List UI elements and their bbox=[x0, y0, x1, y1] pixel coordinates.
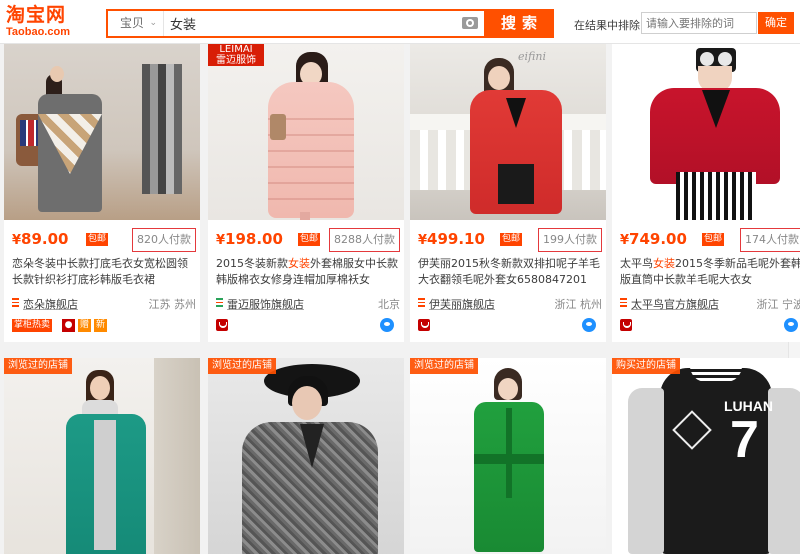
shop-link[interactable]: 雷迈服饰旗舰店 bbox=[227, 296, 304, 312]
top-bar: 淘宝网 Taobao.com 宝贝 ⌄ 搜索 在结果中排除 确定 bbox=[0, 0, 800, 44]
service-icons bbox=[620, 318, 800, 334]
free-shipping-badge: 包邮 bbox=[298, 233, 321, 246]
shop-icon bbox=[418, 298, 425, 307]
price-row: ¥749.00 包邮 174人付款 bbox=[620, 228, 800, 252]
title-text: 2015冬装新款 bbox=[216, 257, 288, 270]
wangwang-chat-icon[interactable] bbox=[582, 318, 596, 332]
product-card[interactable]: 浏览过的店铺 bbox=[208, 358, 404, 554]
product-card[interactable]: eifini ¥499.10 包邮 199人付款 伊芙丽2015秋冬新款双排扣呢… bbox=[410, 44, 606, 342]
service-icons bbox=[216, 318, 400, 334]
tmall-icon[interactable] bbox=[216, 319, 228, 331]
price-row: ¥89.00 包邮 820人付款 bbox=[12, 228, 196, 252]
new-icon[interactable]: 新 bbox=[94, 319, 107, 332]
shop-link[interactable]: 恋朵旗舰店 bbox=[23, 296, 78, 312]
browsed-shop-badge: 浏览过的店铺 bbox=[4, 358, 72, 374]
product-image[interactable] bbox=[4, 44, 200, 220]
product-title-link[interactable]: 太平鸟女装2015冬季新品毛呢外套韩版直筒中长款羊毛呢大衣女 bbox=[620, 256, 800, 288]
shop-link[interactable]: 太平鸟官方旗舰店 bbox=[631, 296, 719, 312]
title-text: 伊芙丽2015秋冬新款双排扣呢子羊毛大衣翻领毛呢外套女6580847201 bbox=[418, 257, 600, 286]
brand-logo-en: LEIMAI bbox=[219, 44, 253, 55]
shop-link[interactable]: 伊芙丽旗舰店 bbox=[429, 296, 495, 312]
shop-row: 太平鸟官方旗舰店 浙江 宁波 bbox=[620, 296, 800, 312]
product-card[interactable]: ¥89.00 包邮 820人付款 恋朵冬装中长款打底毛衣女宽松圆领长款针织衫打底… bbox=[4, 44, 200, 342]
brand-watermark: eifini bbox=[518, 50, 546, 63]
free-shipping-badge: 包邮 bbox=[702, 233, 725, 246]
product-image[interactable]: eifini bbox=[410, 44, 606, 220]
shop-icon bbox=[12, 298, 19, 307]
tmall-icon[interactable]: ● bbox=[62, 319, 75, 332]
shop-icon bbox=[620, 298, 627, 307]
wangwang-chat-icon[interactable] bbox=[784, 318, 798, 332]
gift-icon[interactable]: 赠 bbox=[78, 319, 91, 332]
location: 浙江 杭州 bbox=[554, 298, 603, 311]
product-card[interactable]: LEIMAI 雷迈服饰 ¥198.00 包邮 8288人付款 2015冬装新款女… bbox=[208, 44, 404, 342]
location: 江苏 苏州 bbox=[148, 298, 197, 311]
product-image[interactable] bbox=[4, 358, 200, 554]
product-image[interactable]: LEIMAI 雷迈服饰 bbox=[208, 44, 404, 220]
camera-icon[interactable] bbox=[462, 17, 478, 29]
search-box: 宝贝 ⌄ 搜索 bbox=[106, 9, 554, 38]
search-button[interactable]: 搜索 bbox=[484, 9, 554, 38]
sales-count: 820人付款 bbox=[132, 228, 196, 252]
brand-logo-cn: 雷迈服饰 bbox=[216, 55, 256, 66]
sales-count: 199人付款 bbox=[538, 228, 602, 252]
chevron-down-icon: ⌄ bbox=[149, 18, 157, 28]
product-image[interactable] bbox=[410, 358, 606, 554]
price: ¥499.10 bbox=[418, 230, 485, 248]
search-input[interactable] bbox=[168, 11, 468, 36]
service-icons bbox=[418, 318, 602, 334]
tmall-icon[interactable] bbox=[418, 319, 430, 331]
product-card[interactable]: 浏览过的店铺 bbox=[4, 358, 200, 554]
product-image[interactable]: LUHAN 7 bbox=[612, 358, 800, 554]
browsed-shop-badge: 浏览过的店铺 bbox=[208, 358, 276, 374]
product-image[interactable] bbox=[208, 358, 404, 554]
search-scope-label: 宝贝 bbox=[120, 16, 145, 30]
product-title-link[interactable]: 2015冬装新款女装外套棉服女中长款韩版棉衣女修身连帽加厚棉袄女 bbox=[216, 256, 400, 288]
exclude-label: 在结果中排除 bbox=[574, 19, 640, 32]
sales-count: 174人付款 bbox=[740, 228, 800, 252]
sales-count: 8288人付款 bbox=[329, 228, 400, 252]
title-highlight: 女装 bbox=[653, 257, 675, 270]
product-title-link[interactable]: 恋朵冬装中长款打底毛衣女宽松圆领长款针织衫打底衫韩版毛衣裙 bbox=[12, 256, 196, 288]
browsed-shop-badge: 浏览过的店铺 bbox=[410, 358, 478, 374]
brand-logo: LEIMAI 雷迈服饰 bbox=[208, 44, 264, 66]
service-icons: 掌柜热卖 ● 赠 新 bbox=[12, 318, 196, 334]
product-card[interactable]: 浏览过的店铺 bbox=[410, 358, 606, 554]
hot-sale-tag[interactable]: 掌柜热卖 bbox=[12, 319, 53, 332]
jacket-number-print: 7 bbox=[730, 411, 759, 469]
search-scope-select[interactable]: 宝贝 ⌄ bbox=[108, 11, 164, 36]
exclude-confirm-button[interactable]: 确定 bbox=[758, 12, 794, 34]
exclude-input[interactable] bbox=[641, 12, 757, 34]
taobao-logo[interactable]: 淘宝网 Taobao.com bbox=[6, 4, 92, 40]
price: ¥749.00 bbox=[620, 230, 687, 248]
product-card[interactable]: LUHAN 7 购买过的店铺 bbox=[612, 358, 800, 554]
product-card[interactable]: ¥749.00 包邮 174人付款 太平鸟女装2015冬季新品毛呢外套韩版直筒中… bbox=[612, 44, 800, 342]
title-text: 太平鸟 bbox=[620, 257, 653, 270]
purchased-shop-badge: 购买过的店铺 bbox=[612, 358, 680, 374]
price-row: ¥499.10 包邮 199人付款 bbox=[418, 228, 602, 252]
shop-row: 恋朵旗舰店 江苏 苏州 bbox=[12, 296, 197, 312]
shop-row: 伊芙丽旗舰店 浙江 杭州 bbox=[418, 296, 603, 312]
price: ¥89.00 bbox=[12, 230, 69, 248]
tmall-icon[interactable] bbox=[620, 319, 632, 331]
shop-icon bbox=[216, 298, 223, 307]
free-shipping-badge: 包邮 bbox=[86, 233, 109, 246]
wangwang-chat-icon[interactable] bbox=[380, 318, 394, 332]
free-shipping-badge: 包邮 bbox=[500, 233, 523, 246]
location: 浙江 宁波 bbox=[756, 298, 800, 311]
shop-row: 雷迈服饰旗舰店 北京 bbox=[216, 296, 400, 312]
product-title-link[interactable]: 伊芙丽2015秋冬新款双排扣呢子羊毛大衣翻领毛呢外套女6580847201 bbox=[418, 256, 602, 288]
logo-text: 淘宝网 bbox=[6, 4, 67, 26]
title-text: 恋朵冬装中长款打底毛衣女宽松圆领长款针织衫打底衫韩版毛衣裙 bbox=[12, 257, 188, 286]
location: 北京 bbox=[378, 298, 400, 311]
price: ¥198.00 bbox=[216, 230, 283, 248]
logo-domain: Taobao.com bbox=[6, 26, 70, 38]
product-image[interactable] bbox=[612, 44, 800, 220]
title-highlight: 女装 bbox=[288, 257, 310, 270]
price-row: ¥198.00 包邮 8288人付款 bbox=[216, 228, 400, 252]
